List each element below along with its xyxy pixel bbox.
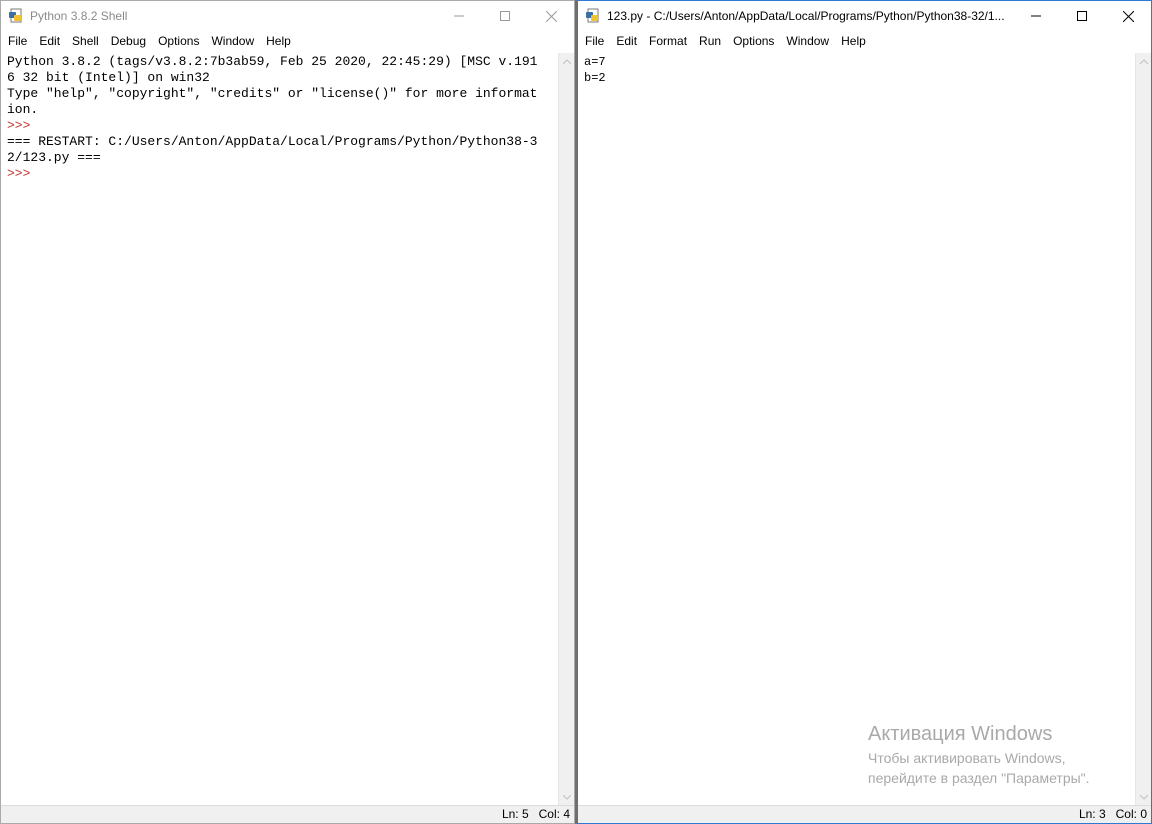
- editor-window: 123.py - C:/Users/Anton/AppData/Local/Pr…: [577, 0, 1152, 824]
- scroll-down-icon[interactable]: [1136, 789, 1152, 805]
- column-number: Col: 4: [538, 807, 570, 821]
- close-icon: [545, 10, 557, 22]
- scroll-up-icon[interactable]: [1136, 53, 1152, 69]
- editor-text-area[interactable]: a=7 b=2: [578, 53, 1135, 805]
- scroll-down-icon[interactable]: [559, 789, 575, 805]
- menu-format[interactable]: Format: [644, 31, 692, 52]
- shell-line: 2/123.py ===: [7, 150, 101, 165]
- maximize-button[interactable]: [1059, 1, 1105, 31]
- menu-help[interactable]: Help: [261, 31, 296, 52]
- editor-title: 123.py - C:/Users/Anton/AppData/Local/Pr…: [607, 9, 1005, 23]
- minimize-button[interactable]: [436, 1, 482, 31]
- shell-menubar: File Edit Shell Debug Options Window Hel…: [1, 31, 574, 52]
- menu-run[interactable]: Run: [694, 31, 726, 52]
- line-number: Ln: 5: [501, 807, 529, 821]
- close-icon: [1122, 10, 1134, 22]
- maximize-button[interactable]: [482, 1, 528, 31]
- scroll-up-icon[interactable]: [559, 53, 575, 69]
- menu-help[interactable]: Help: [836, 31, 871, 52]
- shell-text-area[interactable]: Python 3.8.2 (tags/v3.8.2:7b3ab59, Feb 2…: [1, 53, 558, 805]
- maximize-icon: [500, 11, 510, 21]
- menu-options[interactable]: Options: [728, 31, 779, 52]
- editor-menubar: File Edit Format Run Options Window Help: [578, 31, 1151, 52]
- activation-watermark: Активация Windows Чтобы активировать Win…: [868, 722, 1090, 788]
- maximize-icon: [1077, 11, 1087, 21]
- shell-statusbar: Ln: 5 Col: 4: [1, 805, 574, 823]
- editor-statusbar: Ln: 3 Col: 0: [578, 805, 1151, 823]
- python-file-icon: [585, 8, 601, 24]
- minimize-icon: [1031, 15, 1041, 17]
- code-line: b=2: [584, 71, 606, 85]
- shell-output: Python 3.8.2 (tags/v3.8.2:7b3ab59, Feb 2…: [1, 53, 558, 182]
- shell-titlebar[interactable]: Python 3.8.2 Shell: [1, 1, 574, 31]
- watermark-line: перейдите в раздел "Параметры".: [868, 770, 1090, 786]
- shell-line: Type "help", "copyright", "credits" or "…: [7, 86, 538, 101]
- shell-window: Python 3.8.2 Shell File Edit Shell Debug…: [0, 0, 575, 824]
- close-button[interactable]: [528, 1, 574, 31]
- menu-window[interactable]: Window: [206, 31, 259, 52]
- shell-line: Python 3.8.2 (tags/v3.8.2:7b3ab59, Feb 2…: [7, 54, 538, 69]
- menu-shell[interactable]: Shell: [67, 31, 104, 52]
- watermark-line: Чтобы активировать Windows,: [868, 750, 1066, 766]
- shell-line: === RESTART: C:/Users/Anton/AppData/Loca…: [7, 134, 538, 149]
- menu-options[interactable]: Options: [153, 31, 204, 52]
- shell-prompt: >>>: [7, 166, 39, 181]
- menu-file[interactable]: File: [580, 31, 609, 52]
- close-button[interactable]: [1105, 1, 1151, 31]
- shell-vertical-scrollbar[interactable]: [558, 53, 574, 805]
- shell-prompt: >>>: [7, 118, 39, 133]
- shell-title: Python 3.8.2 Shell: [30, 9, 128, 23]
- editor-vertical-scrollbar[interactable]: [1135, 53, 1151, 805]
- column-number: Col: 0: [1115, 807, 1147, 821]
- line-number: Ln: 3: [1078, 807, 1106, 821]
- minimize-button[interactable]: [1013, 1, 1059, 31]
- source-code: a=7 b=2: [578, 53, 1135, 86]
- watermark-title: Активация Windows: [868, 723, 1053, 745]
- menu-edit[interactable]: Edit: [34, 31, 65, 52]
- menu-debug[interactable]: Debug: [106, 31, 151, 52]
- shell-line: 6 32 bit (Intel)] on win32: [7, 70, 210, 85]
- editor-titlebar[interactable]: 123.py - C:/Users/Anton/AppData/Local/Pr…: [578, 1, 1151, 31]
- menu-file[interactable]: File: [3, 31, 32, 52]
- minimize-icon: [454, 15, 464, 17]
- shell-line: ion.: [7, 102, 39, 117]
- menu-edit[interactable]: Edit: [611, 31, 642, 52]
- python-idle-icon: [8, 8, 24, 24]
- menu-window[interactable]: Window: [781, 31, 834, 52]
- code-line: a=7: [584, 55, 606, 69]
